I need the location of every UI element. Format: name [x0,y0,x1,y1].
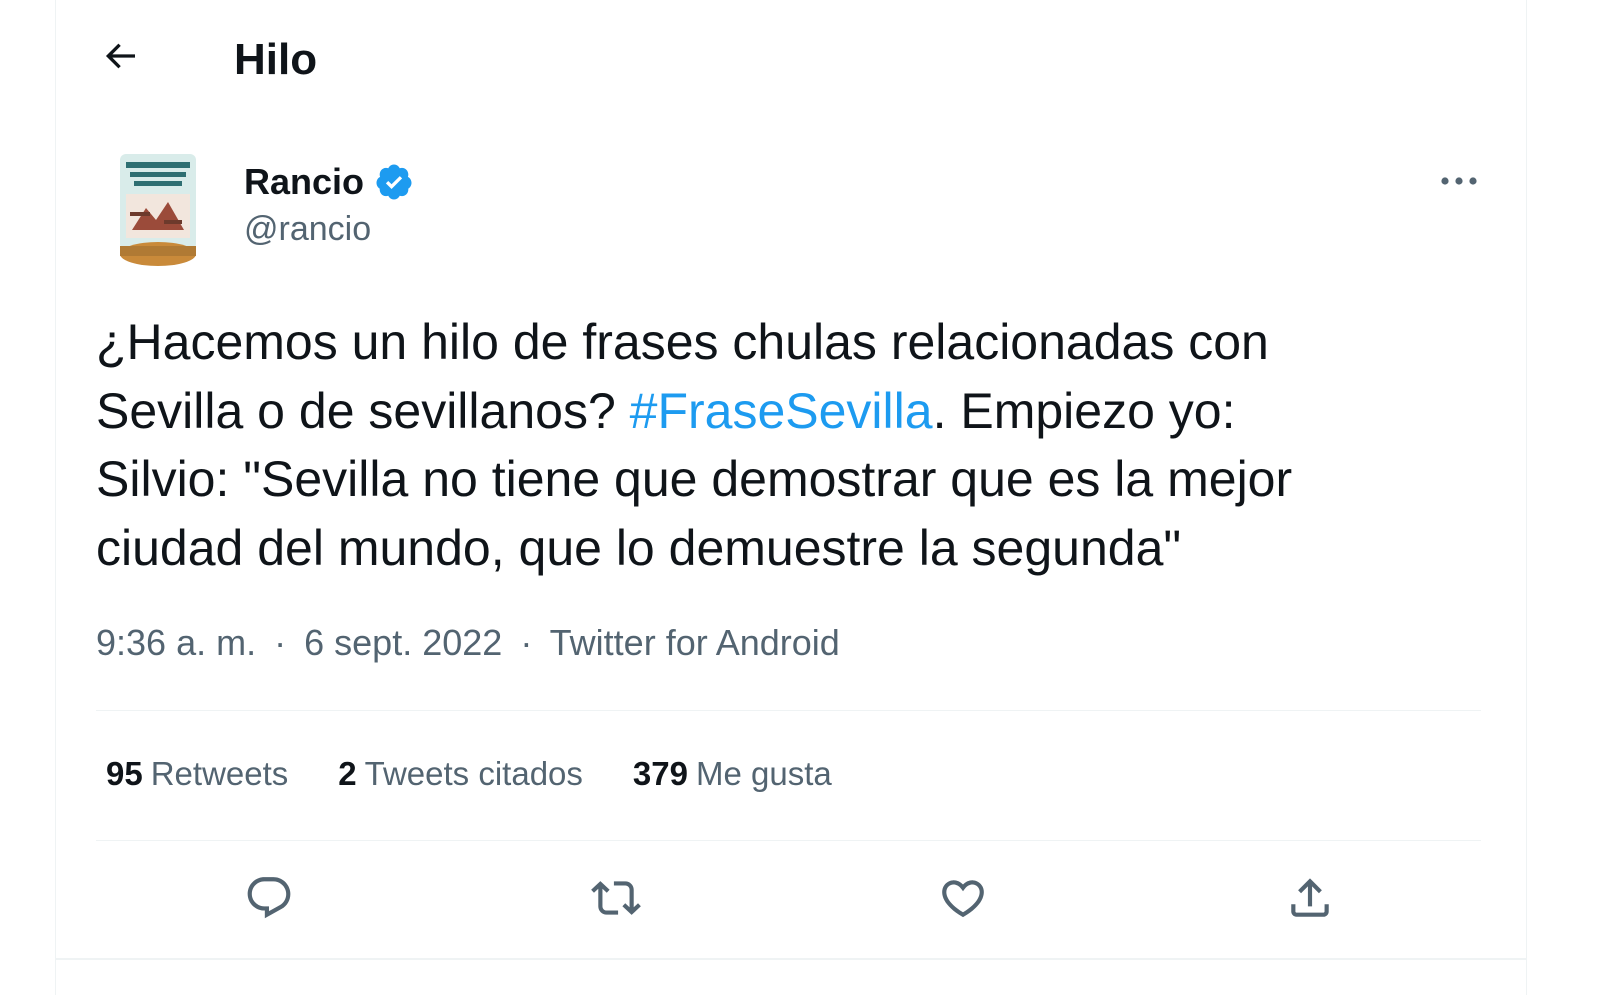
tweet-line-1: ¿Hacemos un hilo de frases chulas relaci… [96,314,1269,370]
stat-retweets[interactable]: 95 Retweets [106,755,288,793]
tweet-line-2: Sevilla o de sevillanos? #FraseSevilla. … [96,377,1496,446]
thread-column: Hilo Rancio @rancio ¿Hacemos un hilo de … [55,0,1527,995]
tweet-line-2-post: . Empiezo yo: [932,382,1236,439]
verified-badge-icon [374,162,414,202]
author-handle[interactable]: @rancio [244,210,371,249]
tweet-source[interactable]: Twitter for Android [550,622,840,663]
tweet-meta: 9:36 a. m. · 6 sept. 2022 · Twitter for … [96,622,840,664]
like-icon [938,873,988,928]
stat-quotes-count: 2 [338,755,357,792]
stat-likes-count: 379 [632,755,688,792]
back-button[interactable] [92,30,148,86]
author-name[interactable]: Rancio [244,161,364,203]
tweet-text: ¿Hacemos un hilo de frases chulas relaci… [96,308,1496,582]
stat-likes[interactable]: 379 Me gusta [633,755,832,793]
stat-quotes[interactable]: 2 Tweets citados [338,755,583,793]
arrow-left-icon [100,36,140,81]
stat-retweets-label: Retweets [150,755,289,792]
bottom-border [56,958,1526,960]
tweet-stats: 95 Retweets 2 Tweets citados 379 Me gusta [106,755,882,793]
action-bar [56,862,1526,938]
tweet-line-4: ciudad del mundo, que lo demuestre la se… [96,519,1182,576]
retweet-button[interactable] [578,862,654,938]
like-button[interactable] [925,862,1001,938]
tweet-date[interactable]: 6 sept. 2022 [304,622,502,663]
more-dots-icon [1439,174,1479,192]
header: Hilo [56,0,1526,120]
tweet-time[interactable]: 9:36 a. m. [96,622,256,663]
divider-top [96,710,1481,711]
reply-button[interactable] [231,862,307,938]
stat-likes-label: Me gusta [695,755,832,792]
stat-retweets-count: 95 [106,755,143,792]
hashtag-link[interactable]: #FraseSevilla [630,383,933,439]
share-button[interactable] [1272,862,1348,938]
meta-dot-2: · [520,622,533,663]
more-options-button[interactable] [1424,160,1494,206]
avatar[interactable] [116,150,200,268]
meta-dot: · [274,622,287,663]
page: Hilo Rancio @rancio ¿Hacemos un hilo de … [0,0,1600,995]
tweet-line-2-pre: Sevilla o de sevillanos? [96,382,630,439]
tweet-line-3: Silvio: "Sevilla no tiene que demostrar … [96,451,1293,507]
page-title: Hilo [234,35,318,84]
reply-icon [244,873,294,928]
stat-quotes-label: Tweets citados [364,755,583,792]
author-name-row[interactable]: Rancio [244,160,414,204]
divider-bottom [96,840,1481,841]
retweet-icon [591,873,641,928]
share-icon [1285,873,1335,928]
